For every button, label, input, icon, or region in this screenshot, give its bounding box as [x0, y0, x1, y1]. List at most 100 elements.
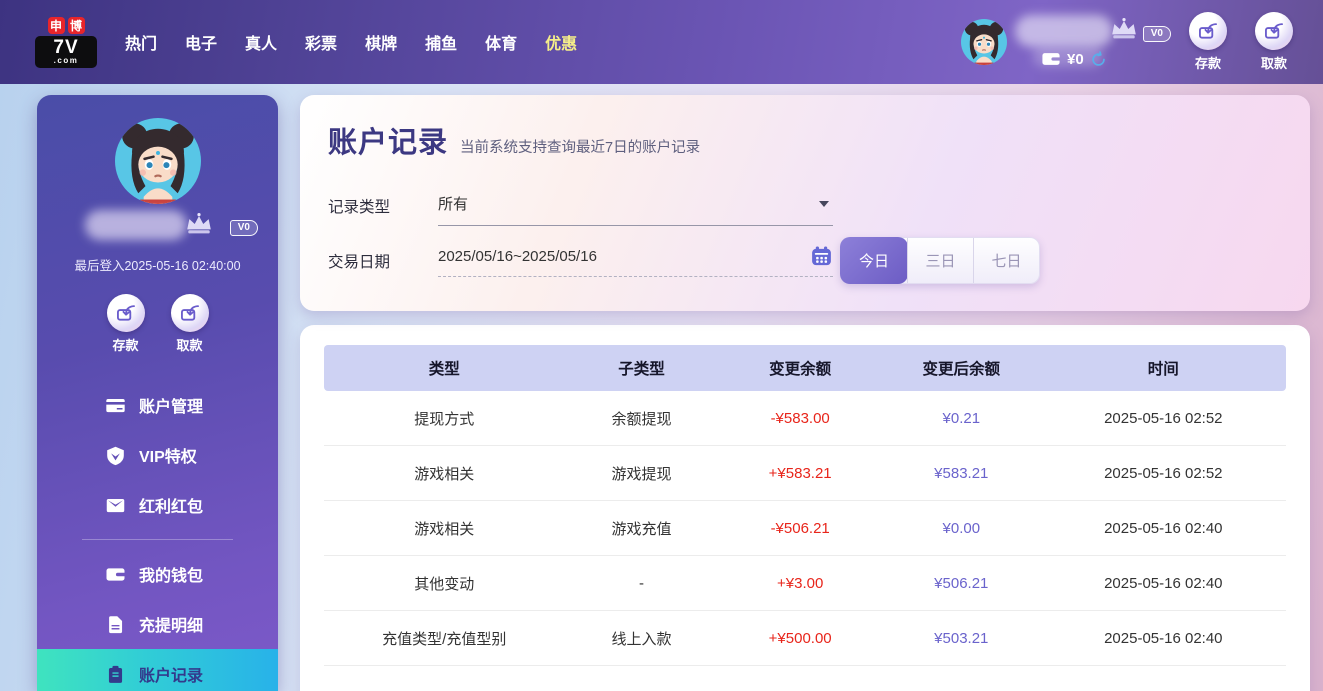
- sidebar-item-label: 充提明细: [139, 618, 204, 635]
- sidebar-item-label: 我的钱包: [139, 568, 204, 585]
- nav-item-promotions[interactable]: 优惠: [545, 30, 577, 54]
- sidebar-menu: 账户管理 VIP特权 红利红包 我的钱包 充提明细 账户记录: [37, 380, 278, 691]
- cell-after-balance: ¥506.21: [934, 574, 989, 592]
- sidebar-item-label: VIP特权: [139, 449, 197, 466]
- header-type: 类型: [428, 361, 460, 378]
- page-title: 账户记录: [328, 127, 449, 159]
- sidebar-item-label: 红利红包: [139, 499, 204, 516]
- nav-item-sports[interactable]: 体育: [485, 30, 517, 54]
- bank-card-icon: [105, 395, 126, 416]
- profile-username-blurred: [85, 210, 187, 240]
- cell-change: +¥3.00: [777, 574, 824, 592]
- record-type-label: 记录类型: [328, 199, 391, 216]
- record-type-value: 所有: [438, 196, 469, 213]
- nav-item-fishing[interactable]: 捕鱼: [425, 30, 457, 54]
- deposit-card-icon: [115, 302, 137, 324]
- record-type-row: 记录类型 所有: [328, 193, 833, 226]
- sidebar-item-label: 账户记录: [139, 668, 204, 685]
- range-button-group: 今日 三日 七日: [840, 237, 1040, 284]
- chevron-down-icon: [819, 200, 829, 207]
- profile-avatar[interactable]: [115, 118, 201, 204]
- sidebar-item-bonus-redpacket[interactable]: 红利红包: [37, 480, 278, 530]
- cell-change: +¥583.21: [768, 464, 832, 482]
- document-icon: [105, 614, 126, 635]
- nav-item-lottery[interactable]: 彩票: [305, 30, 337, 54]
- date-range-row: 交易日期 2025/05/16~2025/05/16: [328, 248, 833, 277]
- sidebar-item-account-management[interactable]: 账户管理: [37, 380, 278, 430]
- vip-shield-icon: [105, 445, 126, 466]
- cell-type: 游戏相关: [414, 465, 475, 483]
- range-three-days-button[interactable]: 三日: [907, 238, 973, 283]
- table-row: 其他变动 - +¥3.00 ¥506.21 2025-05-16 02:40: [324, 556, 1286, 611]
- deposit-button[interactable]: 存款: [1189, 12, 1227, 72]
- brand-badge-char-1: 申: [47, 16, 65, 34]
- withdraw-card-icon: [1263, 20, 1285, 42]
- filters: 记录类型 所有 交易日期 2025/05/16~2025/05/16: [328, 193, 833, 277]
- cell-type: 充值类型/充值型别: [382, 630, 507, 648]
- cell-change: -¥583.00: [770, 409, 830, 427]
- profile-vip-crown-icon: [184, 212, 214, 236]
- nav-item-slots[interactable]: 电子: [185, 30, 217, 54]
- vip-crown-icon: [1109, 17, 1139, 41]
- sidebar-deposit-label: 存款: [112, 338, 139, 353]
- sidebar-divider: [82, 539, 233, 540]
- brand-wordmark: 7V .com: [35, 35, 97, 68]
- cell-time: 2025-05-16 02:40: [1104, 519, 1223, 537]
- cell-change: +¥500.00: [768, 629, 832, 647]
- cell-after-balance: ¥583.21: [934, 464, 989, 482]
- header-change: 变更余额: [769, 361, 832, 378]
- nav-item-hot[interactable]: 热门: [125, 30, 157, 54]
- cell-time: 2025-05-16 02:40: [1104, 574, 1223, 592]
- deposit-label: 存款: [1194, 56, 1221, 71]
- refresh-balance-icon[interactable]: [1090, 51, 1107, 68]
- sidebar-deposit-button[interactable]: 存款: [106, 294, 145, 354]
- page: 申 博 7V .com 热门 电子 真人 彩票 棋牌 捕鱼 体育 优惠 V0 ¥…: [0, 0, 1323, 691]
- user-avatar[interactable]: [961, 19, 1007, 65]
- cell-subtype: 游戏提现: [611, 465, 672, 483]
- balance-row: ¥0: [1041, 49, 1107, 69]
- main-nav: 热门 电子 真人 彩票 棋牌 捕鱼 体育 优惠: [125, 30, 577, 54]
- brand-logo[interactable]: 申 博 7V .com: [35, 16, 97, 68]
- cell-time: 2025-05-16 02:52: [1104, 464, 1223, 482]
- calendar-icon[interactable]: [810, 245, 833, 268]
- profile-vip-level-badge: V0: [229, 220, 258, 236]
- wallet-icon: [105, 564, 126, 585]
- nav-item-cards[interactable]: 棋牌: [365, 30, 397, 54]
- header-subtype: 子类型: [618, 361, 665, 378]
- table-header-row: 类型 子类型 变更余额 变更后余额 时间: [324, 345, 1286, 391]
- cell-subtype: -: [638, 574, 644, 592]
- cell-change: -¥506.21: [770, 519, 830, 537]
- date-range-label: 交易日期: [328, 254, 391, 271]
- cell-subtype: 余额提现: [611, 410, 672, 428]
- sidebar-item-deposit-withdraw-details[interactable]: 充提明细: [37, 599, 278, 649]
- profile-user-row: V0: [37, 208, 278, 244]
- filter-card: 账户记录 当前系统支持查询最近7日的账户记录 记录类型 所有 交易日期 2025…: [300, 95, 1310, 311]
- brand-suffix: .com: [53, 55, 79, 65]
- user-cluster: V0 ¥0 存款 取款: [961, 12, 1293, 72]
- nav-item-live[interactable]: 真人: [245, 30, 277, 54]
- range-today-button[interactable]: 今日: [840, 237, 908, 284]
- date-range-input[interactable]: 2025/05/16~2025/05/16: [438, 248, 833, 277]
- withdraw-button[interactable]: 取款: [1255, 12, 1293, 72]
- sidebar: V0 最后登入2025-05-16 02:40:00 存款 取款 账户管理 VI…: [37, 95, 278, 691]
- range-seven-days-button[interactable]: 七日: [973, 238, 1039, 283]
- user-info: V0 ¥0: [1015, 13, 1171, 71]
- date-range-value: 2025/05/16~2025/05/16: [438, 248, 597, 265]
- record-type-select[interactable]: 所有: [438, 193, 833, 226]
- records-table-card: 类型 子类型 变更余额 变更后余额 时间 提现方式 余额提现 -¥583.00 …: [300, 325, 1310, 691]
- wallet-icon: [1041, 49, 1061, 69]
- cell-subtype: 线上入款: [611, 630, 672, 648]
- table-row: 提现方式 余额提现 -¥583.00 ¥0.21 2025-05-16 02:5…: [324, 391, 1286, 446]
- title-row: 账户记录 当前系统支持查询最近7日的账户记录: [328, 119, 1282, 161]
- sidebar-withdraw-button[interactable]: 取款: [170, 294, 209, 354]
- sidebar-item-my-wallet[interactable]: 我的钱包: [37, 549, 278, 599]
- cell-type: 游戏相关: [414, 520, 475, 538]
- cell-time: 2025-05-16 02:52: [1104, 409, 1223, 427]
- cell-time: 2025-05-16 02:40: [1104, 629, 1223, 647]
- table-row: 充值类型/充值型别 线上入款 +¥500.00 ¥503.21 2025-05-…: [324, 611, 1286, 666]
- last-login-text: 最后登入2025-05-16 02:40:00: [74, 259, 241, 273]
- sidebar-quick-actions: 存款 取款: [37, 294, 278, 354]
- sidebar-item-account-records[interactable]: 账户记录: [37, 649, 278, 691]
- brand-badge-char-2: 博: [67, 16, 85, 34]
- sidebar-item-vip-privilege[interactable]: VIP特权: [37, 430, 278, 480]
